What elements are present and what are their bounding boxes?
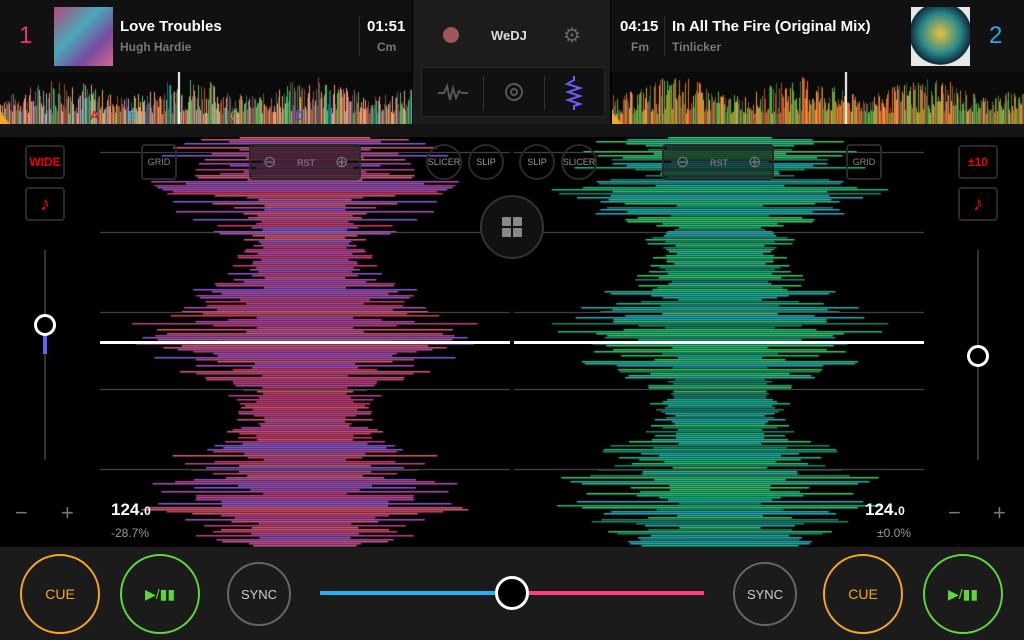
crossfader-right-track[interactable] xyxy=(512,591,704,595)
deck2-bpm: 124.0 xyxy=(865,500,905,519)
deck2-cue-button[interactable]: CUE xyxy=(823,554,903,634)
zoom-in-icon[interactable]: ⊕ xyxy=(748,152,761,172)
zoom-in-icon[interactable]: ⊕ xyxy=(335,152,348,172)
deck2-grid-button[interactable]: GRID xyxy=(846,144,882,180)
center-panel: WeDJ ⚙ xyxy=(412,0,611,124)
zoom-out-icon[interactable]: ⊖ xyxy=(263,152,276,172)
deck1-pitch-slider[interactable] xyxy=(44,250,46,460)
deck2-pitch-handle[interactable] xyxy=(967,345,989,367)
deck1-album-art[interactable] xyxy=(54,7,113,66)
divider xyxy=(359,16,360,56)
wide-button[interactable]: WIDE xyxy=(25,145,65,179)
deck1-key: Cm xyxy=(377,40,397,54)
deck2-artist: Tinlicker xyxy=(672,40,722,54)
deck2-album-art[interactable] xyxy=(911,7,970,66)
zoom-out-icon[interactable]: ⊖ xyxy=(676,152,689,172)
deck2-key: Fm xyxy=(631,40,649,54)
deck2-title: In All The Fire (Original Mix) xyxy=(672,18,871,35)
key-lock-button[interactable]: ♪ xyxy=(958,187,998,221)
deck1-cue-button[interactable]: CUE xyxy=(20,554,100,634)
separator xyxy=(0,124,1024,137)
platter-view-icon[interactable] xyxy=(504,82,524,102)
deck2-number: 2 xyxy=(989,22,1003,49)
app-logo: WeDJ xyxy=(491,28,527,43)
cue-marker-b[interactable]: B xyxy=(128,108,137,123)
record-button[interactable] xyxy=(443,27,459,43)
pads-button[interactable] xyxy=(480,195,544,259)
cue-marker-d[interactable]: D xyxy=(294,108,303,123)
deck2-slip-button[interactable]: SLIP xyxy=(519,144,555,180)
deck2-pitch-percent: ±0.0% xyxy=(877,526,911,540)
deck1-slip-button[interactable]: SLIP xyxy=(468,144,504,180)
cue-marker-c[interactable]: C xyxy=(230,108,239,123)
deck2-slicer-button[interactable]: SLICER xyxy=(561,144,597,180)
deck1-play-pause-button[interactable]: ▶/▮▮ xyxy=(120,554,200,634)
deck1-artist: Hugh Hardie xyxy=(120,40,192,54)
deck2-play-pause-button[interactable]: ▶/▮▮ xyxy=(923,554,1003,634)
key-lock-button[interactable]: ♪ xyxy=(25,187,65,221)
deck1-bpm: 124.0 xyxy=(111,500,151,519)
deck2-pitch-plus[interactable]: + xyxy=(993,500,1006,526)
waveform-view-icon[interactable] xyxy=(438,83,468,103)
deck2-zoom-controls: ⊖ RST ⊕ xyxy=(662,144,774,180)
deck1-playhead xyxy=(100,341,510,344)
deck1-pitch-handle[interactable] xyxy=(34,314,56,336)
deck1-rst-button[interactable]: RST xyxy=(297,158,315,168)
deck1-pitch-percent: -28.7% xyxy=(111,526,150,540)
gear-icon[interactable]: ⚙ xyxy=(563,23,581,48)
view-mode-switcher xyxy=(421,67,605,117)
deck1-zoom-controls: ⊖ RST ⊕ xyxy=(249,144,361,180)
deck1-slicer-button[interactable]: SLICER xyxy=(426,144,462,180)
crossfader-left-track[interactable] xyxy=(320,591,512,595)
grid-icon xyxy=(502,217,522,237)
deck2-rst-button[interactable]: RST xyxy=(710,158,728,168)
divider xyxy=(664,16,665,56)
deck2-time: 04:15 xyxy=(620,18,659,35)
deck1-sync-button[interactable]: SYNC xyxy=(227,562,291,626)
deck2-pitch-minus[interactable]: − xyxy=(948,500,961,526)
deck2-playhead xyxy=(514,341,924,344)
deck1-time: 01:51 xyxy=(367,18,406,35)
deck2-overview-waveform[interactable] xyxy=(612,72,1024,124)
deck1-pitch-plus[interactable]: + xyxy=(61,500,74,526)
deck1-title: Love Troubles xyxy=(120,18,222,35)
pitch-range-button[interactable]: ±10 xyxy=(958,145,998,179)
crossfader-handle[interactable] xyxy=(495,576,529,610)
deck1-grid-button[interactable]: GRID xyxy=(141,144,177,180)
deck1-number: 1 xyxy=(19,22,33,49)
deck1-pitch-minus[interactable]: − xyxy=(15,500,28,526)
deck1-overview-waveform[interactable] xyxy=(0,72,412,124)
vertical-waveform-view-icon[interactable] xyxy=(564,76,584,110)
deck2-sync-button[interactable]: SYNC xyxy=(733,562,797,626)
cue-marker-a[interactable]: A xyxy=(90,108,99,123)
